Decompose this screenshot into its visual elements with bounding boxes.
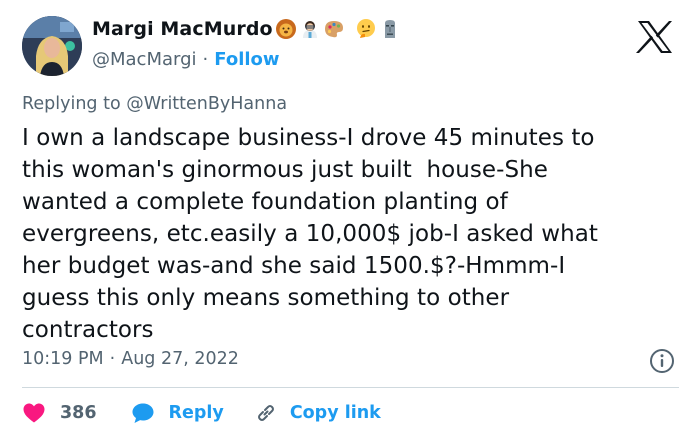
woman-scientist-emoji bbox=[302, 21, 317, 38]
name-emojis bbox=[275, 18, 403, 40]
author-display-name[interactable]: Margi MacMurdo bbox=[92, 18, 273, 40]
tweet-date: Aug 27, 2022 bbox=[121, 349, 239, 369]
tweet-time: 10:19 PM bbox=[22, 349, 104, 369]
reply-context-prefix: Replying to bbox=[22, 94, 127, 114]
author-handle-row: @MacMargi · Follow bbox=[92, 49, 280, 70]
tweet-actions: 386 Reply Copy link bbox=[22, 400, 381, 426]
copy-link-button[interactable]: Copy link bbox=[254, 401, 381, 425]
lion-face-emoji bbox=[275, 19, 296, 39]
tweet-timestamp[interactable]: 10:19 PM · Aug 27, 2022 bbox=[22, 349, 239, 369]
x-logo-icon[interactable] bbox=[636, 20, 674, 54]
author-name-row: Margi MacMurdo bbox=[92, 18, 403, 40]
follow-button[interactable]: Follow bbox=[214, 49, 279, 70]
tweet-text: I own a landscape business-I drove 45 mi… bbox=[22, 125, 598, 343]
copy-link-label: Copy link bbox=[289, 403, 381, 423]
tweet-card: Margi MacMurdo @MacMargi · Follow Replyi… bbox=[0, 0, 700, 440]
like-button[interactable]: 386 bbox=[22, 401, 97, 425]
speech-bubble-icon bbox=[132, 403, 154, 423]
timestamp-separator: · bbox=[109, 349, 116, 369]
reply-label: Reply bbox=[168, 403, 224, 423]
info-icon[interactable] bbox=[649, 348, 675, 374]
avatar[interactable] bbox=[22, 16, 82, 76]
reply-mention-link[interactable]: @WrittenByHanna bbox=[126, 94, 287, 114]
like-count: 386 bbox=[60, 403, 97, 423]
link-icon bbox=[257, 405, 274, 421]
artist-palette-emoji bbox=[324, 21, 343, 38]
reply-button[interactable]: Reply bbox=[131, 401, 224, 425]
moai-emoji bbox=[384, 20, 395, 38]
reply-context: Replying to @WrittenByHanna bbox=[22, 94, 287, 114]
thinking-face-emoji bbox=[356, 19, 375, 38]
heart-icon bbox=[23, 403, 45, 423]
handle-separator: · bbox=[202, 49, 209, 70]
author-handle[interactable]: @MacMargi bbox=[92, 49, 197, 70]
divider bbox=[22, 387, 679, 388]
